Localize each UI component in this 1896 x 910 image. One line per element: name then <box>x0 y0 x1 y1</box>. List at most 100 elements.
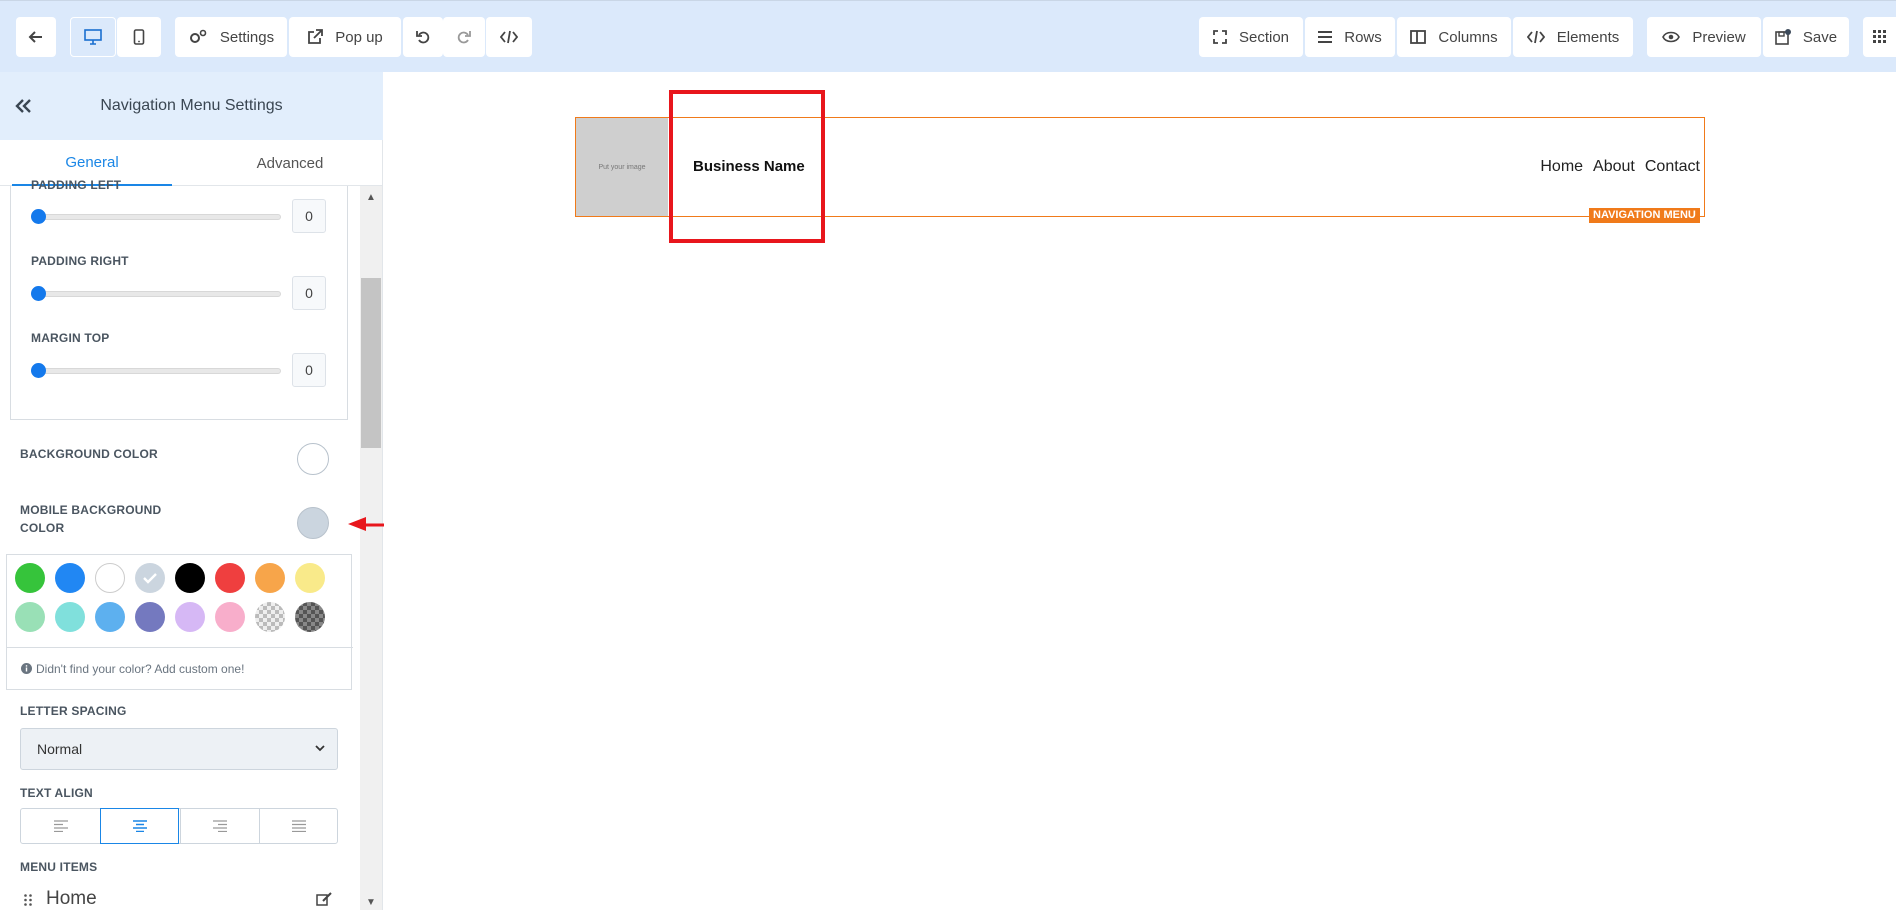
bars-icon <box>1318 31 1333 43</box>
padding-right-label: PADDING RIGHT <box>31 254 129 268</box>
desktop-view-button[interactable] <box>70 17 116 57</box>
letter-spacing-select[interactable]: Normal <box>20 728 338 770</box>
grid-icon <box>1872 30 1887 44</box>
section-button[interactable]: Section <box>1199 17 1303 57</box>
settings-button[interactable]: Settings <box>175 17 287 57</box>
red-highlight-annotation <box>669 90 825 243</box>
mobile-background-color-label-line1: MOBILE BACKGROUND <box>20 503 162 517</box>
menu-items-label: MENU ITEMS <box>20 860 98 874</box>
columns-button[interactable]: Columns <box>1397 17 1511 57</box>
sidebar-header: Navigation Menu Settings <box>0 72 383 140</box>
swatch-transparent-dark[interactable] <box>295 602 325 632</box>
scroll-up-icon[interactable]: ▲ <box>366 192 376 203</box>
popup-label: Pop up <box>335 28 383 46</box>
double-chevron-left-icon[interactable] <box>12 94 36 118</box>
swatch-aqua[interactable] <box>55 602 85 632</box>
code-button[interactable] <box>486 17 532 57</box>
mobile-background-color-picker[interactable] <box>297 507 329 539</box>
undo-button[interactable] <box>403 17 443 57</box>
padding-left-knob[interactable] <box>31 209 46 224</box>
swatch-pink[interactable] <box>215 602 245 632</box>
margin-top-slider[interactable] <box>31 368 281 374</box>
swatch-green[interactable] <box>15 563 45 593</box>
eye-icon <box>1662 31 1681 43</box>
section-label: Section <box>1238 28 1290 46</box>
chevron-down-icon <box>313 741 327 755</box>
text-align-label: TEXT ALIGN <box>20 786 93 800</box>
undo-icon <box>415 29 431 45</box>
apps-button[interactable] <box>1863 17 1896 57</box>
align-justify-icon <box>292 820 306 832</box>
sidebar-title: Navigation Menu Settings <box>100 97 283 114</box>
back-button[interactable] <box>16 17 56 57</box>
background-color-picker[interactable] <box>297 443 329 475</box>
margin-top-knob[interactable] <box>31 363 46 378</box>
nav-link-about[interactable]: About <box>1593 158 1635 176</box>
check-icon <box>143 572 157 584</box>
letter-spacing-value: Normal <box>37 741 83 757</box>
padding-left-label: PADDING LEFT <box>31 178 122 192</box>
tab-advanced[interactable]: Advanced <box>210 140 370 186</box>
arrow-left-icon <box>28 29 44 45</box>
swatch-orange[interactable] <box>255 563 285 593</box>
desktop-icon <box>84 29 102 45</box>
rows-button[interactable]: Rows <box>1305 17 1395 57</box>
color-swatches-panel: Didn't find your color? Add custom one! <box>6 554 353 690</box>
drag-handle-icon[interactable] <box>24 894 32 906</box>
padding-right-slider[interactable] <box>31 291 281 297</box>
align-left-icon <box>53 820 68 832</box>
scrollbar-thumb[interactable] <box>361 278 381 448</box>
text-align-group <box>20 808 338 844</box>
padding-left-input[interactable]: 0 <box>292 199 326 233</box>
swatch-light-blue[interactable] <box>95 602 125 632</box>
align-right-button[interactable] <box>180 809 259 843</box>
swatch-light-green[interactable] <box>15 602 45 632</box>
swatch-black[interactable] <box>175 563 205 593</box>
mobile-view-button[interactable] <box>117 17 161 57</box>
expand-icon <box>1213 30 1227 44</box>
align-justify-button[interactable] <box>259 809 338 843</box>
swatch-transparent[interactable] <box>255 602 285 632</box>
settings-sidebar: Navigation Menu Settings General Advance… <box>0 72 383 910</box>
align-center-icon <box>132 820 147 832</box>
rows-label: Rows <box>1344 28 1382 46</box>
align-center-button[interactable] <box>100 808 179 844</box>
logo-image-placeholder[interactable]: Put your image <box>576 118 668 216</box>
top-toolbar: Settings Pop up Section Rows Columns Ele… <box>0 0 1896 72</box>
padding-right-input[interactable]: 0 <box>292 276 326 310</box>
swatch-red[interactable] <box>215 563 245 593</box>
swatch-blue[interactable] <box>55 563 85 593</box>
swatch-light-gray-selected[interactable] <box>135 563 165 593</box>
scroll-down-icon[interactable]: ▼ <box>366 897 376 908</box>
mobile-background-color-label-line2: COLOR <box>20 521 65 535</box>
swatch-yellow[interactable] <box>295 563 325 593</box>
swatch-lavender[interactable] <box>175 602 205 632</box>
padding-right-knob[interactable] <box>31 286 46 301</box>
sidebar-scrollbar[interactable]: ▲ ▼ <box>360 186 382 910</box>
element-type-tag: NAVIGATION MENU <box>1589 208 1700 223</box>
save-button[interactable]: Save <box>1763 17 1849 57</box>
save-label: Save <box>1802 28 1838 46</box>
columns-icon <box>1410 30 1427 44</box>
padding-left-slider[interactable] <box>31 214 281 220</box>
settings-label: Settings <box>219 28 275 46</box>
swatch-indigo[interactable] <box>135 602 165 632</box>
nav-link-contact[interactable]: Contact <box>1645 158 1700 176</box>
custom-color-hint: Didn't find your color? Add custom one! <box>7 647 353 689</box>
preview-button[interactable]: Preview <box>1647 17 1761 57</box>
edit-icon[interactable] <box>316 892 332 906</box>
swatch-white[interactable] <box>95 563 125 593</box>
letter-spacing-label: LETTER SPACING <box>20 704 127 718</box>
elements-button[interactable]: Elements <box>1513 17 1633 57</box>
external-link-icon <box>307 29 324 45</box>
menu-item-row[interactable]: Home <box>24 888 334 910</box>
align-left-button[interactable] <box>21 809 100 843</box>
redo-button[interactable] <box>443 17 485 57</box>
background-color-label: BACKGROUND COLOR <box>20 447 158 461</box>
preview-label: Preview <box>1692 28 1746 46</box>
elements-label: Elements <box>1556 28 1620 46</box>
margin-top-label: MARGIN TOP <box>31 331 110 345</box>
margin-top-input[interactable]: 0 <box>292 353 326 387</box>
nav-link-home[interactable]: Home <box>1540 158 1583 176</box>
popup-button[interactable]: Pop up <box>289 17 401 57</box>
